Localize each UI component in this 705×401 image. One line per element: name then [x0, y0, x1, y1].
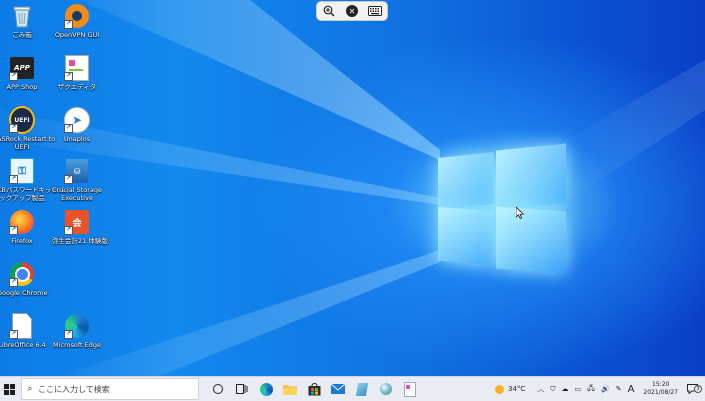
icon-label: ザクエディタ	[57, 83, 97, 91]
notification-count: 3	[694, 385, 702, 393]
chrome-icon: ↗	[9, 261, 35, 287]
taskbar-text-editor[interactable]	[398, 377, 422, 401]
clock-date: 2021/08/27	[643, 389, 678, 396]
password-kit-icon: ⚿ ↗	[9, 158, 35, 184]
cloud-icon[interactable]: ☁	[559, 385, 572, 393]
weather-widget[interactable]: 34°C	[492, 384, 528, 394]
shield-icon[interactable]: ⛉	[547, 385, 558, 394]
folder-icon	[283, 384, 297, 395]
task-view-button[interactable]	[230, 377, 254, 401]
desktop-icon-recycle-bin[interactable]: ごみ箱	[0, 3, 47, 39]
icon-label-line2: Executive	[61, 194, 93, 202]
icon-label: ごみ箱	[12, 31, 32, 39]
display-icon[interactable]: ▭	[572, 385, 585, 393]
clock[interactable]: 15:20 2021/08/27	[637, 381, 684, 397]
desktop-icon-libreoffice[interactable]: ↗ LibreOffice 6.4	[0, 313, 47, 349]
desktop-icon-openvpn[interactable]: ↗ OpenVPN GUI	[52, 3, 102, 39]
cortana-circle-icon	[213, 384, 223, 394]
remote-toolbar: ✕	[316, 1, 388, 21]
notification-button[interactable]: 3	[684, 384, 702, 394]
crucial-storage-icon: ⛁ ↗	[64, 158, 90, 184]
desktop-icon-password-kit[interactable]: ⚿ ↗ CBパスワードキットバ ックアップ製品	[0, 158, 65, 202]
weather-temperature: 34°C	[507, 385, 526, 393]
recycle-bin-icon	[9, 3, 35, 29]
taskbar-notepad[interactable]	[350, 377, 374, 401]
yayoi-icon: 会 ↗	[64, 209, 90, 235]
icon-label-line2: ックアップ製品	[0, 194, 45, 202]
icon-label: LibreOffice 6.4	[0, 341, 46, 349]
icon-label: OpenVPN GUI	[54, 31, 100, 39]
text-editor-icon: ↗	[64, 55, 90, 81]
store-icon	[308, 382, 320, 395]
task-view-icon	[236, 384, 248, 394]
libreoffice-icon: ↗	[9, 313, 35, 339]
icon-label: 弥生会計21 体験版	[52, 237, 108, 245]
search-placeholder: ここに入力して検索	[38, 384, 110, 394]
chevron-up-icon[interactable]: ︿	[534, 384, 547, 394]
edge-icon	[259, 382, 273, 396]
icon-label: CBパスワードキットバ	[0, 186, 65, 194]
system-tray: 34°C ︿ ⛉ ☁ ▭ 🖧 🔊 ✎ A 15:20 2021/08/27 3	[492, 377, 705, 401]
pen-icon[interactable]: ✎	[613, 385, 625, 393]
taskbar-mail[interactable]	[326, 377, 350, 401]
desktop-icon-text-editor[interactable]: ↗ ザクエディタ	[52, 55, 102, 91]
tools-icon[interactable]: ✕	[344, 4, 360, 18]
search-icon: ⌕	[27, 384, 33, 394]
uefi-icon: UEFI ↗	[9, 106, 35, 134]
desktop[interactable]: ごみ箱 APP ↗ APP Shop UEFI ↗ ASRock Restart…	[0, 0, 705, 376]
notepad-icon	[355, 382, 369, 396]
desktop-icon-yayoi[interactable]: 会 ↗ 弥生会計21 体験版	[52, 209, 108, 245]
start-button[interactable]	[0, 377, 18, 401]
zoom-in-icon[interactable]	[321, 4, 337, 18]
clock-time: 15:20	[652, 381, 670, 388]
icon-label: APP Shop	[6, 83, 38, 91]
taskbar-store[interactable]	[302, 377, 326, 401]
taskbar-file-explorer[interactable]	[278, 377, 302, 401]
icon-label: Crucial Storage	[52, 186, 102, 194]
windows-logo-wallpaper	[438, 141, 568, 274]
mail-icon	[331, 384, 345, 394]
text-editor-icon	[404, 381, 416, 397]
desktop-icon-firefox[interactable]: ↗ Firefox	[0, 209, 47, 245]
icon-label: Microsoft Edge	[52, 341, 101, 349]
icon-label: ASRock Restart to	[0, 135, 56, 143]
desktop-icon-microsoft-edge[interactable]: ↗ Microsoft Edge	[52, 313, 102, 349]
icon-label-line2: UEFI	[14, 143, 30, 151]
taskbar: ⌕ ここに入力して検索 34°C ︿ ⛉ ☁ ▭ 🖧 🔊 ✎ A 15:20 2…	[0, 376, 705, 401]
app-shop-icon: APP ↗	[9, 55, 35, 81]
desktop-icon-google-chrome[interactable]: ↗ Google Chrome	[0, 261, 47, 297]
taskbar-edge[interactable]	[254, 377, 278, 401]
mouse-cursor-icon	[516, 207, 524, 219]
cortana-button[interactable]	[206, 377, 230, 401]
network-icon[interactable]: 🖧	[584, 384, 598, 395]
icon-label: Unaplos	[63, 135, 91, 143]
ime-mode-indicator[interactable]: A	[625, 384, 638, 395]
snipping-icon	[380, 383, 392, 395]
taskbar-snipping-tool[interactable]	[374, 377, 398, 401]
desktop-icon-asrock-uefi[interactable]: UEFI ↗ ASRock Restart to UEFI	[0, 106, 56, 151]
desktop-icon-crucial-storage[interactable]: ⛁ ↗ Crucial Storage Executive	[52, 158, 102, 202]
volume-icon[interactable]: 🔊	[598, 385, 613, 393]
firefox-icon: ↗	[9, 209, 35, 235]
windows-start-icon	[3, 383, 15, 395]
keyboard-icon[interactable]	[367, 4, 383, 18]
icon-label: Firefox	[11, 237, 33, 245]
openvpn-icon: ↗	[64, 3, 90, 29]
edge-icon: ↗	[64, 313, 90, 339]
unaplos-icon: ➤ ↗	[64, 107, 90, 133]
taskbar-search-box[interactable]: ⌕ ここに入力して検索	[21, 378, 199, 400]
sun-icon	[494, 384, 504, 394]
desktop-icon-app-shop[interactable]: APP ↗ APP Shop	[0, 55, 47, 91]
desktop-icon-unaplos[interactable]: ➤ ↗ Unaplos	[52, 107, 102, 143]
wallpaper-light-beams	[0, 0, 705, 376]
icon-label: Google Chrome	[0, 289, 48, 297]
